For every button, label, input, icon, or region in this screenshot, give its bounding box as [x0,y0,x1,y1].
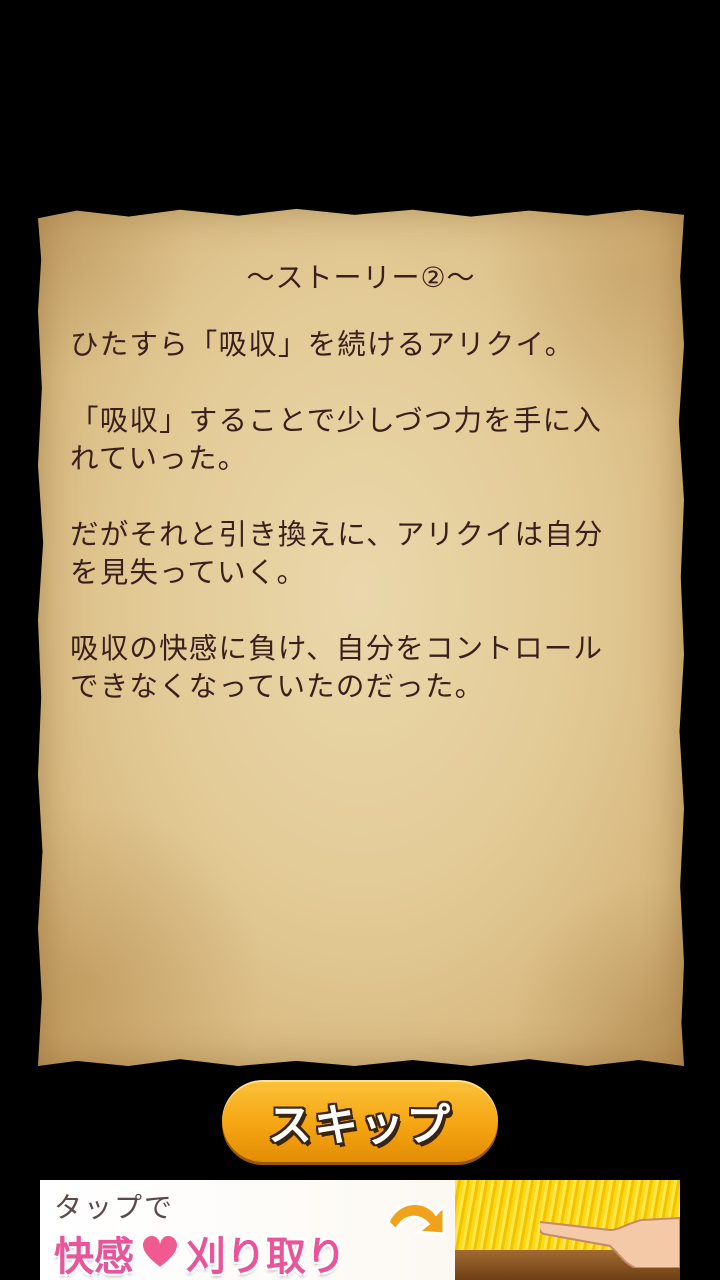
ad-headline-right: 刈り取り [186,1234,346,1280]
ad-headline: 快感 刈り取り [54,1224,346,1280]
ad-tagline: タップで [54,1191,175,1224]
story-paragraph: ひたすら「吸収」を続けるアリクイ。 [70,328,575,361]
arrow-icon [386,1202,446,1236]
story-text: ひたすら「吸収」を続けるアリクイ。 「吸収」することで少しづつ力を手に入 れてい… [70,326,656,744]
story-parchment: ～ストーリー②～ ひたすら「吸収」を続けるアリクイ。 「吸収」することで少しづつ… [38,208,684,1066]
story-title: ～ストーリー②～ [246,261,476,294]
skip-button[interactable]: スキップ [222,1080,498,1162]
story-paragraph: だがそれと引き換えに、アリクイは自分 を見失っていく。 [70,518,604,589]
heart-icon [140,1233,180,1270]
ad-banner[interactable]: タップで 快感 刈り取り [40,1180,680,1280]
story-paragraph: 「吸収」することで少しづつ力を手に入 れていった。 [70,404,603,475]
story-paragraph: 吸収の快感に負け、自分をコントロール できなくなっていたのだった。 [70,632,604,703]
story-screen: ～ストーリー②～ ひたすら「吸収」を続けるアリクイ。 「吸収」することで少しづつ… [0,0,720,1280]
hand-icon [540,1216,680,1268]
skip-button-label: スキップ [268,1100,452,1151]
ad-headline-left: 快感 [54,1234,134,1280]
